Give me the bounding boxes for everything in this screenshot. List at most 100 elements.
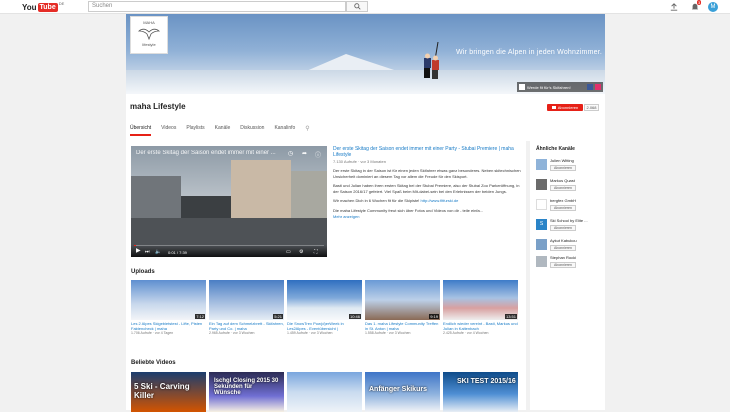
subtitles-icon[interactable]: ▭ [286, 249, 291, 255]
instagram-icon[interactable] [595, 84, 601, 90]
channel-avatar[interactable] [536, 256, 547, 267]
upload-thumbnail[interactable]: 9:19 [365, 280, 440, 320]
upload-title[interactable]: Les 2 Alpes Skigebietstest - Lifte, Pist… [131, 321, 206, 331]
tab-overview[interactable]: Übersicht [130, 125, 152, 136]
notification-badge: 3 [697, 0, 702, 5]
related-channel-name[interactable]: Julien Witting [550, 158, 604, 163]
subscriber-count: 2.068 [584, 104, 599, 111]
volume-icon[interactable]: 🔈 [155, 249, 161, 255]
tab-discussion[interactable]: Diskussion [240, 125, 264, 136]
show-more-link[interactable]: Mehr anzeigen [333, 214, 521, 219]
related-channel-name[interactable]: Stephan Rocki [550, 255, 604, 260]
channel-avatar[interactable] [536, 199, 547, 210]
upload-thumbnail[interactable]: 7:12 [131, 280, 206, 320]
upload-item[interactable]: 10:46 Die SnowTrex Pow(d)erWeek in Les2A… [287, 280, 362, 336]
description-text-3: Wir machen Dich in 6 Wochen fit für die … [333, 198, 420, 203]
related-channel[interactable]: bergfex GmbH Abonnieren [536, 197, 604, 217]
player-time: 0:01 / 7:39 [168, 250, 187, 255]
related-channel[interactable]: Julien Witting Abonnieren [536, 157, 604, 177]
upload-item[interactable]: 5:21 Ein Tag auf dem Schmelzbrett - Skif… [209, 280, 284, 336]
related-channel-name[interactable]: bergfex GmbH [550, 198, 604, 203]
upload-title[interactable]: Endlich wieder vereint - Basti, Markus u… [443, 321, 518, 331]
popular-thumbnail[interactable] [287, 372, 362, 412]
channel-avatar[interactable] [536, 179, 547, 190]
popular-item[interactable]: Anfänger Skikurs [365, 372, 440, 412]
search-input[interactable]: Suchen [88, 1, 346, 12]
tab-about[interactable]: Kanalinfo [274, 125, 295, 136]
upload-thumbnail[interactable]: 5:21 [209, 280, 284, 320]
banner-links[interactable]: Werde fit für's Skifahren! [517, 82, 603, 92]
channel-avatar[interactable]: S [536, 219, 547, 230]
description-paragraph-2: Basti und Julian haben ihren ersten Skit… [333, 183, 520, 194]
main-content: Der erste Skitag der Saison endet immer … [126, 141, 526, 412]
popular-thumbnail[interactable]: Anfänger Skikurs [365, 372, 440, 412]
channel-banner: Wir bringen die Alpen in jeden Wohnzimme… [126, 14, 605, 94]
related-subscribe-button[interactable]: Abonnieren [550, 245, 576, 251]
upload-title[interactable]: Die SnowTrex Pow(d)erWeek in Les2Alpes -… [287, 321, 362, 331]
related-channel[interactable]: Markus Quast Abonnieren [536, 177, 604, 197]
popular-thumbnail[interactable]: 5 Ski - Carving Killer [131, 372, 206, 412]
related-subscribe-button[interactable]: Abonnieren [550, 165, 576, 171]
tab-playlists[interactable]: Playlists [186, 125, 204, 136]
description-paragraph-3: Wir machen Dich in 6 Wochen fit für die … [333, 198, 521, 204]
channel-avatar[interactable] [536, 159, 547, 170]
watch-later-icon[interactable]: ◷ [288, 150, 293, 157]
settings-gear-icon[interactable]: ⚙ [299, 249, 303, 255]
avatar[interactable]: M [708, 2, 718, 12]
search-button[interactable] [346, 1, 368, 12]
related-channel-name[interactable]: Markus Quast [550, 178, 604, 183]
info-icon[interactable]: ⓘ [315, 150, 321, 159]
featured-video-title[interactable]: Der erste Skitag der Saison endet immer … [333, 146, 521, 158]
video-duration: 5:21 [273, 314, 283, 319]
featured-video-meta: 7.130 Aufrufe · vor 3 Monaten [333, 159, 386, 164]
subscribe-button[interactable]: Abonnieren [547, 104, 583, 111]
description-paragraph-4: Die maha Lifestyle Community freut sich … [333, 207, 483, 213]
popular-thumbnail[interactable]: SKI TEST 2015/16 [443, 372, 518, 412]
related-channel[interactable]: Stephan Rocki Abonnieren [536, 254, 604, 274]
tab-videos[interactable]: Videos [161, 125, 176, 136]
top-bar: You Tube DE Suchen 3 M [0, 0, 730, 14]
popular-item[interactable] [287, 372, 362, 412]
upload-icon[interactable] [669, 2, 678, 11]
channel-avatar[interactable] [536, 239, 547, 250]
progress-bar[interactable] [134, 245, 324, 246]
facebook-icon[interactable] [587, 84, 593, 90]
channel-logo: MAHA lifestyle [130, 16, 168, 54]
description-link[interactable]: http://www.fitfurski.de [421, 198, 459, 203]
related-subscribe-button[interactable]: Abonnieren [550, 185, 576, 191]
related-subscribe-button[interactable]: Abonnieren [550, 225, 576, 231]
related-channel[interactable]: S Ski School by Elite ... Abonnieren [536, 217, 604, 237]
channel-name: maha Lifestyle [130, 102, 186, 111]
upload-thumbnail[interactable]: 13:51 [443, 280, 518, 320]
upload-thumbnail[interactable]: 10:46 [287, 280, 362, 320]
next-icon[interactable]: ⏭ [145, 249, 150, 255]
popular-thumbnail[interactable]: Ischgl Closing 2015 30 Sekunden für Wüns… [209, 372, 284, 412]
channel-header: maha Lifestyle Abonnieren 2.068 Übersich… [126, 94, 605, 141]
related-subscribe-button[interactable]: Abonnieren [550, 262, 576, 268]
related-channel-name[interactable]: Ski School by Elite ... [550, 218, 604, 223]
tab-channels[interactable]: Kanäle [215, 125, 231, 136]
banner-link-text[interactable]: Werde fit für's Skifahren! [527, 85, 571, 90]
popular-item[interactable]: SKI TEST 2015/16 [443, 372, 518, 412]
upload-item[interactable]: 9:19 Das 1. maha Lifestyle Community Tre… [365, 280, 440, 336]
upload-title[interactable]: Das 1. maha Lifestyle Community Treffen … [365, 321, 440, 331]
search-icon [353, 3, 361, 10]
upload-meta: 2.425 Aufrufe · vor 4 Wochen [443, 331, 489, 335]
related-channel-name[interactable]: Aykut Kabukcu [550, 238, 604, 243]
upload-title[interactable]: Ein Tag auf dem Schmelzbrett - Skifahren… [209, 321, 284, 331]
fullscreen-icon[interactable]: ⛶ [314, 249, 318, 255]
related-channels-title: Ähnliche Kanäle [536, 146, 575, 152]
youtube-logo[interactable]: You Tube DE [22, 1, 64, 13]
popular-item[interactable]: 5 Ski - Carving Killer [131, 372, 206, 412]
uploads-heading[interactable]: Uploads [131, 269, 155, 275]
video-player[interactable]: Der erste Skitag der Saison endet immer … [131, 146, 327, 257]
play-icon[interactable]: ▶ [136, 248, 143, 255]
popular-heading[interactable]: Beliebte Videos [131, 360, 176, 366]
upload-item[interactable]: 13:51 Endlich wieder vereint - Basti, Ma… [443, 280, 518, 336]
related-subscribe-button[interactable]: Abonnieren [550, 205, 576, 211]
channel-search-icon[interactable]: ⚲ [305, 125, 309, 136]
share-icon[interactable]: ➦ [302, 150, 307, 157]
logo-line2: lifestyle [142, 42, 156, 47]
upload-item[interactable]: 7:12 Les 2 Alpes Skigebietstest - Lifte,… [131, 280, 206, 336]
popular-item[interactable]: Ischgl Closing 2015 30 Sekunden für Wüns… [209, 372, 284, 412]
